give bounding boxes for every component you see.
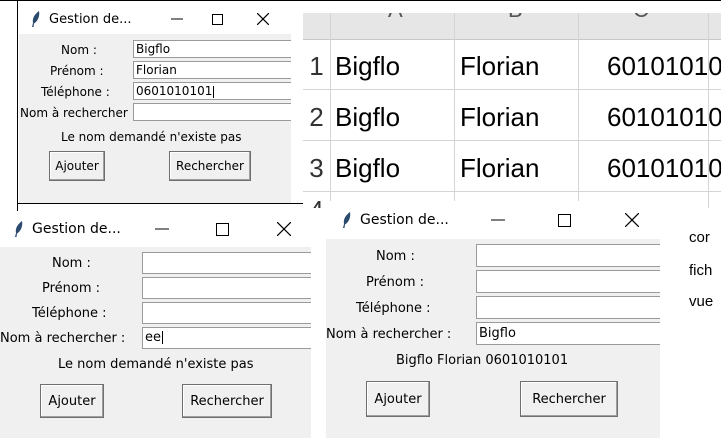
column-header-b[interactable]: B [508,13,523,23]
text-caret [213,85,215,98]
rechercher-label: Nom à rechercher : [0,331,126,346]
titlebar[interactable]: Gestion de... [0,211,311,247]
nom-field[interactable]: Bigflo [133,40,291,58]
table-cell[interactable]: Florian [460,51,539,82]
ajouter-button[interactable]: Ajouter [49,151,105,181]
row-number[interactable]: 1 [303,51,330,82]
close-icon[interactable] [245,4,281,34]
table-cell[interactable]: 601010101 [607,153,721,184]
window-title: Gestion de... [360,212,449,228]
table-cell[interactable]: 601010101 [607,102,721,133]
titlebar[interactable]: Gestion de... [19,4,291,34]
prenom-field[interactable] [142,277,311,299]
nom-label: Nom : [61,43,97,57]
telephone-field[interactable]: 0601010101 [133,82,291,100]
maximize-icon[interactable] [544,201,584,239]
close-icon[interactable] [264,211,304,247]
feather-icon [14,220,24,238]
minimize-icon[interactable] [159,4,195,34]
window-bottom-right: Gestion de... Nom : Prénom : Téléphone :… [326,201,660,438]
rechercher-field[interactable] [133,103,291,121]
rechercher-button[interactable]: Rechercher [169,151,251,181]
column-header-a[interactable]: A [388,13,403,23]
prenom-field[interactable] [476,270,660,293]
telephone-label: Téléphone : [41,85,110,99]
spreadsheet: A B C 1 Bigflo Florian 601010101 2 Bigfl… [303,13,721,208]
prenom-field[interactable]: Florian [133,61,291,79]
search-result: Bigflo Florian 0601010101 [396,353,569,368]
rechercher-label: Nom à rechercher : [20,106,136,120]
maximize-icon[interactable] [202,211,242,247]
titlebar[interactable]: Gestion de... [326,201,660,239]
window-title: Gestion de... [49,11,132,27]
rechercher-field[interactable]: Bigflo [476,322,660,345]
rechercher-value: ee [145,330,161,345]
row-number[interactable]: 3 [303,153,330,184]
table-cell[interactable]: Florian [460,153,539,184]
window-top-left: Gestion de... Nom : Bigflo Prénom : Flor… [19,4,291,203]
telephone-label: Téléphone : [356,301,431,316]
prenom-label: Prénom : [42,281,101,296]
minimize-icon[interactable] [478,201,518,239]
gridline [578,13,579,208]
nom-label: Nom : [52,256,91,271]
rechercher-button[interactable]: Rechercher [182,384,272,418]
gridline [303,89,721,90]
feather-icon [31,11,41,27]
document-text-line: fich [689,262,713,279]
gridline [330,13,331,208]
nom-label: Nom : [376,249,415,264]
telephone-label: Téléphone : [32,306,107,321]
ajouter-button[interactable]: Ajouter [40,384,104,418]
telephone-field[interactable] [476,296,660,319]
gridline [303,191,721,192]
status-message: Le nom demandé n'existe pas [58,357,254,372]
close-icon[interactable] [612,201,652,239]
table-cell[interactable]: Bigflo [335,102,400,133]
table-cell[interactable]: Bigflo [335,153,400,184]
gridline [303,140,721,141]
document-text-line: cor [689,229,710,246]
column-header-c[interactable]: C [633,13,649,23]
table-cell[interactable]: Bigflo [335,51,400,82]
status-message: Le nom demandé n'existe pas [61,130,242,144]
window-bottom-left: Gestion de... Nom : Prénom : Téléphone :… [0,211,311,438]
gridline [454,13,455,208]
window-title: Gestion de... [32,221,121,237]
minimize-icon[interactable] [142,211,182,247]
table-cell[interactable]: Florian [460,102,539,133]
rechercher-label: Nom à rechercher : [326,327,452,342]
telephone-value: 0601010101 [136,84,213,98]
row-number[interactable]: 2 [303,102,330,133]
document-text-line: vue [689,293,714,310]
feather-icon [342,211,352,229]
prenom-label: Prénom : [366,275,425,290]
rechercher-button[interactable]: Rechercher [520,381,618,417]
frame-top-border [0,0,721,1]
text-caret [162,331,163,344]
ajouter-button[interactable]: Ajouter [366,381,430,417]
nom-field[interactable] [142,252,311,274]
telephone-field[interactable] [142,302,311,324]
maximize-icon[interactable] [199,4,235,34]
nom-field[interactable] [476,244,660,267]
prenom-label: Prénom : [50,64,104,78]
frame-mid-divider [17,203,303,204]
table-cell[interactable]: 601010101 [607,51,721,82]
rechercher-field[interactable]: ee [142,327,311,349]
